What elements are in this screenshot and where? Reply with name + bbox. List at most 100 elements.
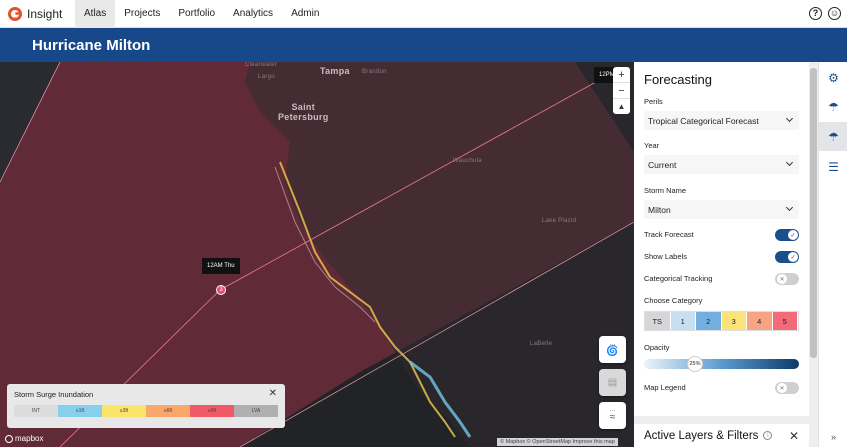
gear-icon: ⚙: [828, 70, 839, 85]
x-icon: ✕: [777, 383, 787, 393]
map-attribution[interactable]: © Mapbox © OpenStreetMap Improve this ma…: [497, 438, 618, 446]
chevron-double-right-icon: »: [830, 431, 836, 442]
place-wauchula: Wauchula: [453, 158, 482, 164]
category-selector: TS 1 2 3 4 5: [644, 311, 799, 331]
panel-scrollbar[interactable]: [809, 62, 818, 447]
storm-surge-legend: Storm Surge Inundation ✕ INT ≥1ft ≥3ft ≥…: [7, 384, 285, 428]
hurricane-tool-button[interactable]: ... 🌀: [599, 336, 626, 363]
year-select[interactable]: Current: [644, 155, 799, 174]
forecast-icon: ☂: [828, 99, 839, 114]
place-saint-petersburg: Saint Petersburg: [278, 102, 329, 122]
insight-logo-icon: [8, 6, 22, 21]
surge-tool-button[interactable]: ... ≈: [599, 402, 626, 429]
show-labels-toggle[interactable]: ✓: [775, 251, 799, 263]
storm-time-label-12am: 12AM Thu: [202, 258, 240, 274]
legend-swatch: ≥3ft: [102, 405, 146, 417]
chevron-down-icon: [785, 203, 794, 212]
hurricane-icon: 🌀: [606, 346, 619, 357]
perils-value: Tropical Categorical Forecast: [648, 115, 759, 126]
user-account-icon[interactable]: ☺: [828, 7, 841, 20]
categorical-tracking-toggle[interactable]: ✕: [775, 273, 799, 285]
mapbox-logo-icon: [5, 434, 13, 443]
map-legend-label: Map Legend: [644, 383, 686, 392]
tab-analytics[interactable]: Analytics: [224, 0, 282, 28]
scrollbar-thumb[interactable]: [810, 68, 817, 358]
place-tampa: Tampa: [320, 66, 350, 76]
check-icon: ✓: [788, 252, 798, 262]
track-forecast-toggle[interactable]: ✓: [775, 229, 799, 241]
tab-atlas[interactable]: Atlas: [75, 0, 116, 28]
category-4[interactable]: 4: [747, 312, 773, 330]
collapse-rail-button[interactable]: »: [819, 422, 847, 447]
active-layers-title: Active Layers & Filters: [644, 429, 759, 442]
opacity-label: Opacity: [644, 343, 670, 352]
check-icon: ✓: [788, 230, 798, 240]
legend-swatch: ≥6ft: [146, 405, 190, 417]
legend-swatch: INT: [14, 405, 58, 417]
legend-swatch: ≥1ft: [58, 405, 102, 417]
legend-swatch: ≥9ft: [190, 405, 234, 417]
track-forecast-label: Track Forecast: [644, 230, 694, 239]
help-icon[interactable]: ?: [809, 7, 822, 20]
place-labelle: LaBelle: [530, 341, 553, 347]
category-2[interactable]: 2: [696, 312, 722, 330]
settings-rail-button[interactable]: ⚙: [819, 63, 847, 92]
year-label: Year: [644, 141, 660, 150]
tab-portfolio[interactable]: Portfolio: [169, 0, 224, 28]
zoom-control: + − ▲: [613, 67, 630, 114]
mapbox-wordmark: mapbox: [15, 434, 44, 443]
category-1[interactable]: 1: [670, 312, 696, 330]
chevron-down-icon: [785, 158, 794, 167]
zoom-out-button[interactable]: −: [613, 83, 630, 99]
top-nav: Insight Atlas Projects Portfolio Analyti…: [0, 0, 847, 28]
layers-rail-button[interactable]: ☰: [819, 152, 847, 181]
category-5[interactable]: 5: [772, 312, 798, 330]
page-header: Hurricane Milton: [0, 28, 847, 62]
place-clearwater: Clearwater: [245, 62, 278, 68]
show-labels-label: Show Labels: [644, 252, 687, 261]
brand-name: Insight: [27, 6, 63, 21]
waves-icon: ≈: [609, 412, 616, 423]
tab-projects[interactable]: Projects: [115, 0, 169, 28]
place-brandon: Brandon: [362, 69, 387, 75]
forecasting-panel: Forecasting Perils Tropical Categorical …: [634, 62, 809, 447]
x-icon: ✕: [777, 274, 787, 284]
categorical-tracking-label: Categorical Tracking: [644, 274, 713, 283]
legend-title: Storm Surge Inundation: [14, 390, 94, 399]
legend-close-icon[interactable]: ✕: [269, 388, 277, 399]
category-ts[interactable]: TS: [645, 312, 671, 330]
forecast-rail-button[interactable]: ☂: [819, 92, 847, 121]
storm-name-select[interactable]: Milton: [644, 200, 799, 219]
panel-title: Forecasting: [644, 72, 712, 87]
opacity-slider-handle[interactable]: 25%: [687, 356, 703, 372]
map-canvas[interactable]: Clearwater Largo Tampa Brandon Saint Pet…: [0, 62, 634, 447]
category-3[interactable]: 3: [721, 312, 747, 330]
choose-category-label: Choose Category: [644, 296, 703, 305]
brand[interactable]: Insight: [0, 0, 75, 28]
perils-label: Perils: [644, 97, 663, 106]
tab-admin[interactable]: Admin: [282, 0, 328, 28]
legend-scale: INT ≥1ft ≥3ft ≥6ft ≥9ft LVA: [14, 405, 278, 417]
map-legend-toggle[interactable]: ✕: [775, 382, 799, 394]
forecast-active-icon: ☂: [828, 129, 839, 144]
close-icon[interactable]: ✕: [789, 429, 799, 443]
info-icon[interactable]: i: [763, 431, 773, 440]
perils-select[interactable]: Tropical Categorical Forecast: [644, 111, 799, 130]
layers-icon: ☰: [828, 159, 839, 174]
storm-category-marker[interactable]: 3: [216, 285, 226, 295]
year-value: Current: [648, 159, 677, 170]
legend-swatch: LVA: [234, 405, 278, 417]
compass-reset-button[interactable]: ▲: [613, 99, 630, 114]
storm-name-value: Milton: [648, 204, 671, 215]
layer-stack-icon: ▤: [607, 377, 618, 388]
page-title: Hurricane Milton: [32, 36, 151, 54]
opacity-slider[interactable]: 25%: [644, 356, 799, 372]
forecasting-rail-button[interactable]: ☂: [819, 122, 847, 151]
active-layers-header: Active Layers & Filters i ✕: [634, 416, 809, 447]
icon-rail: ⚙ ☂ ☂ ☰ »: [818, 62, 847, 447]
layer-stack-tool-button[interactable]: ▤: [599, 369, 626, 396]
mapbox-logo[interactable]: mapbox: [5, 434, 43, 443]
place-lake-placid: Lake Placid: [542, 218, 577, 224]
zoom-in-button[interactable]: +: [613, 67, 630, 83]
storm-name-label: Storm Name: [644, 186, 687, 195]
